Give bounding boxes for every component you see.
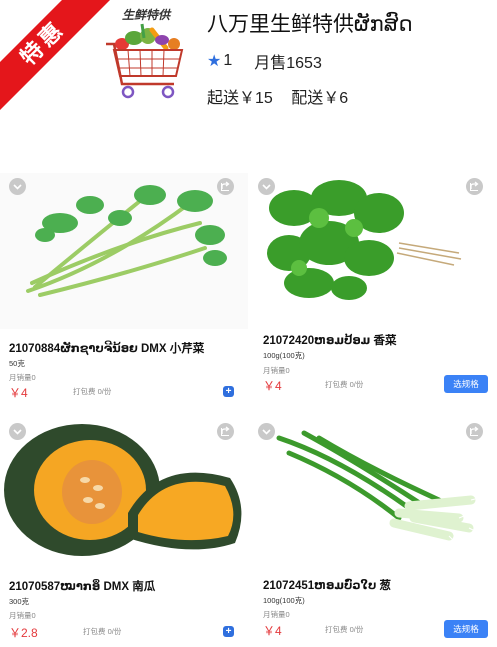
- shop-fees: 起送￥15 配送￥6: [207, 84, 362, 108]
- rating-value: 1: [223, 52, 233, 69]
- product-spec: 100g(100克): [263, 351, 305, 360]
- share-button[interactable]: [466, 423, 483, 440]
- product-spec: 50克: [9, 359, 25, 368]
- share-button[interactable]: [217, 423, 234, 440]
- chevron-down-icon: [13, 429, 22, 435]
- shop-name: 八万里生鲜特供ຜັກສົດ: [207, 13, 413, 36]
- select-spec-button[interactable]: 选规格: [444, 620, 488, 638]
- min-order: 起送￥15: [207, 90, 273, 107]
- chevron-down-icon: [262, 429, 271, 435]
- product-image[interactable]: [0, 418, 248, 574]
- product-image[interactable]: [0, 173, 248, 329]
- celery-image: [0, 173, 248, 329]
- product-title[interactable]: 21070587ໝາກອຶ DMX 南瓜: [9, 578, 155, 594]
- collapse-button[interactable]: [258, 423, 275, 440]
- product-image[interactable]: [249, 418, 497, 574]
- pack-fee: 打包费 0/份: [325, 380, 364, 389]
- product-price: ￥2.8: [9, 626, 38, 640]
- chevron-down-icon: [13, 184, 22, 190]
- product-image[interactable]: [249, 173, 497, 329]
- add-to-cart-button[interactable]: +: [223, 626, 234, 637]
- star-icon: ★: [207, 53, 222, 70]
- pack-fee: 打包费 0/份: [325, 625, 364, 634]
- product-sold: 月销量0: [263, 366, 290, 375]
- product-title[interactable]: 21070884ຜັກຊາບຈີນ້ອຍ DMX 小芹菜: [9, 340, 204, 356]
- pumpkin-image: [0, 418, 248, 574]
- product-price: ￥4: [263, 624, 282, 638]
- pack-fee: 打包费 0/份: [83, 627, 122, 636]
- delivery-fee: 配送￥6: [291, 90, 349, 107]
- product-spec: 300克: [9, 597, 30, 606]
- share-icon: [221, 426, 230, 436]
- collapse-button[interactable]: [258, 178, 275, 195]
- product-card[interactable]: 21072420ຫອມປ້ອມ 香菜 100g(100克) 月销量0 ￥4 打包…: [249, 173, 497, 403]
- shop-rating: ★ 1 月售1653: [207, 49, 322, 73]
- monthly-sales: 月售1653: [254, 55, 322, 72]
- collapse-button[interactable]: [9, 178, 26, 195]
- promo-ribbon: 特惠: [0, 0, 110, 110]
- product-price: ￥4: [9, 386, 28, 400]
- add-to-cart-button[interactable]: +: [223, 386, 234, 397]
- chevron-down-icon: [262, 184, 271, 190]
- share-button[interactable]: [217, 178, 234, 195]
- product-sold: 月销量0: [9, 611, 36, 620]
- product-card[interactable]: 21070587ໝາກອຶ DMX 南瓜 300克 月销量0 ￥2.8 打包费 …: [0, 418, 248, 647]
- logo-text: 生鲜特供: [121, 8, 170, 22]
- product-title[interactable]: 21072451ຫອມບົ່ວໃບ 葱: [263, 577, 391, 593]
- shop-header: 特惠 生鲜特供 八万里生鲜特供ຜັກສົດ ★ 1 月售1653 起送￥15 配…: [0, 0, 497, 140]
- product-card[interactable]: 21072451ຫອມບົ່ວໃບ 葱 100g(100克) 月销量0 ￥4 打…: [249, 418, 497, 647]
- scallion-image: [249, 418, 497, 574]
- share-icon: [221, 181, 230, 191]
- product-sold: 月销量0: [263, 610, 290, 619]
- collapse-button[interactable]: [9, 423, 26, 440]
- promo-badge: 特惠: [0, 0, 110, 110]
- product-card[interactable]: 21070884ຜັກຊາບຈີນ້ອຍ DMX 小芹菜 50克 月销量0 ￥4…: [0, 173, 248, 403]
- product-price: ￥4: [263, 379, 282, 393]
- coriander-image: [249, 173, 497, 329]
- select-spec-button[interactable]: 选规格: [444, 375, 488, 393]
- product-spec: 100g(100克): [263, 596, 305, 605]
- product-sold: 月销量0: [9, 373, 36, 382]
- share-button[interactable]: [466, 178, 483, 195]
- share-icon: [470, 426, 479, 436]
- pack-fee: 打包费 0/份: [73, 387, 112, 396]
- share-icon: [470, 181, 479, 191]
- shop-logo: 生鲜特供: [100, 4, 192, 108]
- product-title[interactable]: 21072420ຫອມປ້ອມ 香菜: [263, 332, 396, 348]
